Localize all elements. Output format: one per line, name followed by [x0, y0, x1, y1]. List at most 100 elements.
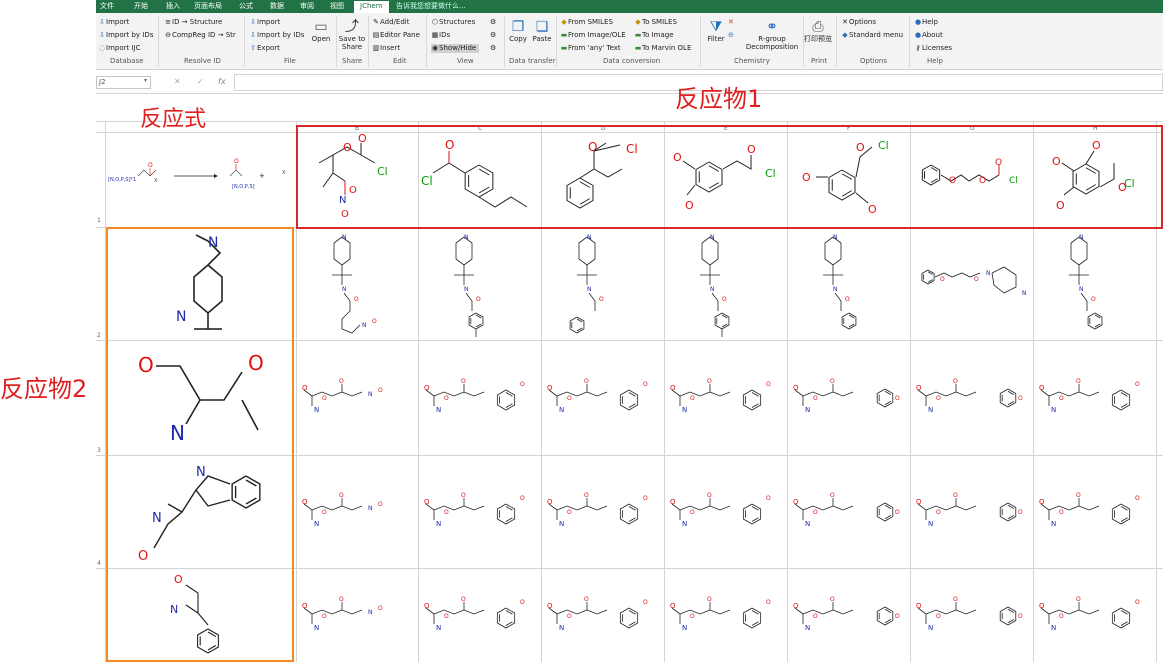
chevron-down-icon[interactable]: ▾	[144, 77, 147, 84]
insert-button[interactable]: ▥Insert	[372, 44, 400, 53]
tab-jchem[interactable]: JChem	[354, 1, 389, 13]
row-number-2[interactable]: 2	[97, 332, 101, 339]
view-option-3-icon[interactable]: ⚙	[490, 44, 496, 53]
to-smiles-button[interactable]: ◆To SMILES	[634, 18, 677, 27]
product-r4-c4[interactable]: ONOOO	[789, 457, 908, 567]
tab-home[interactable]: 开始	[134, 1, 148, 12]
about-button[interactable]: ●About	[914, 31, 943, 40]
product-r5-c1[interactable]: ONOO O	[420, 570, 539, 662]
product-r2-c2[interactable]: NNO	[543, 229, 662, 339]
reactant1-c-structure[interactable]: O Cl	[419, 133, 540, 225]
product-r2-c1[interactable]: NNO	[420, 229, 539, 339]
clear-filter-icon[interactable]: ✕	[728, 18, 734, 27]
tab-view[interactable]: 视图	[330, 1, 344, 12]
from-smiles-button[interactable]: ◆From SMILES	[560, 18, 613, 27]
editor-pane-button[interactable]: ▤Editor Pane	[372, 31, 420, 40]
save-to-share-button[interactable]: ⤴ Save to Share	[338, 19, 366, 51]
rgroup-decomposition-button[interactable]: ⚭ R-group Decomposition	[741, 19, 803, 51]
reactant1-d-structure[interactable]: O Cl	[542, 133, 663, 225]
add-edit-button[interactable]: ✎Add/Edit	[372, 18, 409, 27]
copy-button[interactable]: ❐ Copy	[507, 19, 529, 43]
row-number-3[interactable]: 3	[97, 447, 101, 454]
file-import-button[interactable]: ⇩Import	[249, 18, 280, 27]
product-r3-c2[interactable]: ONOO O	[543, 342, 662, 454]
tab-data[interactable]: 数据	[270, 1, 284, 12]
n-atom: N	[314, 406, 319, 414]
tab-formulas[interactable]: 公式	[239, 1, 253, 12]
filter-button[interactable]: ⧩ Filter	[704, 19, 728, 43]
product-r3-c6[interactable]: ONOO O	[1035, 342, 1154, 454]
reaction-template[interactable]: [N,O,P,S]*1 O X O [N,O,P,S] + X	[106, 140, 294, 220]
to-image-button[interactable]: ▬To Image	[634, 31, 674, 40]
product-r4-c3[interactable]: ONOO O	[666, 457, 785, 567]
product-r4-c1[interactable]: ONOO O	[420, 457, 539, 567]
file-import-ids-button[interactable]: ⇩Import by IDs	[249, 31, 304, 40]
row-number-1[interactable]: 1	[97, 217, 101, 224]
to-marvin-ole-button[interactable]: ▬To Marvin OLE	[634, 44, 692, 53]
reactant2-row5-structure[interactable]: ON	[108, 569, 292, 661]
product-r2-c4[interactable]: NNO	[789, 229, 908, 339]
ids-toggle[interactable]: ▦IDs	[431, 31, 450, 40]
options-button[interactable]: ✕Options	[841, 18, 876, 27]
reactant1-b-structure[interactable]: OOClNOO	[297, 132, 418, 225]
product-r3-c5[interactable]: ONOOO	[912, 342, 1031, 454]
tab-review[interactable]: 审阅	[300, 1, 314, 12]
reactant2-row4-structure[interactable]: N N O	[108, 456, 292, 568]
id-to-structure-button[interactable]: ≡ID → Structure	[164, 18, 222, 27]
show-hide-toggle[interactable]: ◉Show/Hide	[431, 44, 480, 53]
product-r3-c3[interactable]: ONOO O	[666, 342, 785, 454]
product-r4-c5[interactable]: ONOOO	[912, 457, 1031, 567]
refresh-icon[interactable]: ⊖	[728, 31, 734, 40]
reactant1-g-structure[interactable]: O OOCl	[911, 133, 1032, 225]
n-atom: N	[368, 609, 373, 616]
product-r5-c2[interactable]: ONOO O	[543, 570, 662, 662]
check-icon[interactable]: ✓	[197, 77, 204, 86]
compreg-button[interactable]: ⊖CompReg ID → Str	[164, 31, 236, 40]
product-r5-c6[interactable]: ONOO O	[1035, 570, 1154, 662]
product-r2-c3[interactable]: NNO	[666, 229, 785, 339]
structures-toggle[interactable]: ⬡Structures	[431, 18, 475, 27]
standard-menu-button[interactable]: ◆Standard menu	[841, 31, 903, 40]
name-box[interactable]: J2	[96, 76, 151, 89]
file-export-button[interactable]: ⇧Export	[249, 44, 280, 53]
product-r3-c0[interactable]: ONOONO	[298, 342, 417, 454]
database-import-button[interactable]: ⇩Import	[98, 18, 129, 27]
product-r5-c5[interactable]: ONOOO	[912, 570, 1031, 662]
o-atom: O	[670, 602, 676, 610]
product-r2-c0[interactable]: NNONO	[298, 229, 417, 339]
cancel-icon[interactable]: ✕	[174, 77, 181, 86]
help-button[interactable]: ●Help	[914, 18, 938, 27]
from-any-text-button[interactable]: ▬From 'any' Text	[560, 44, 621, 53]
product-r2-c5[interactable]: O ONN	[912, 229, 1031, 339]
product-r3-c4[interactable]: ONOOO	[789, 342, 908, 454]
function-icon[interactable]: fx	[218, 77, 226, 86]
tell-me-search[interactable]: 告诉我您想要做什么...	[396, 1, 466, 12]
product-r4-c6[interactable]: ONOO O	[1035, 457, 1154, 567]
product-r5-c3[interactable]: ONOO O	[666, 570, 785, 662]
o-atom: O	[302, 384, 308, 392]
product-r5-c0[interactable]: ONOONO	[298, 570, 417, 662]
licenses-button[interactable]: ⚷Licenses	[914, 44, 952, 53]
paste-button[interactable]: ❏ Paste	[531, 19, 553, 43]
reactant1-h-structure[interactable]: OOOOCl	[1034, 133, 1155, 225]
product-r4-c0[interactable]: ONOONO	[298, 457, 417, 567]
tab-file[interactable]: 文件	[100, 1, 114, 12]
reactant2-row3-structure[interactable]: O N O	[108, 342, 292, 454]
reactant2-row2-structure[interactable]: NN	[108, 229, 292, 339]
database-import-ids-button[interactable]: ⇩Import by IDs	[98, 31, 153, 40]
database-import-ijc-button[interactable]: ◌Import IJC	[98, 44, 141, 53]
tab-insert[interactable]: 插入	[166, 1, 180, 12]
view-option-2-icon[interactable]: ⚙	[490, 31, 496, 40]
product-r2-c6[interactable]: NNO	[1035, 229, 1154, 339]
product-r5-c4[interactable]: ONOOO	[789, 570, 908, 662]
view-option-1-icon[interactable]: ⚙	[490, 18, 496, 27]
print-preview-button[interactable]: ⎙ 打印预览	[804, 19, 832, 43]
product-r4-c2[interactable]: ONOO O	[543, 457, 662, 567]
reactant1-e-structure[interactable]: O O O Cl	[665, 133, 786, 225]
product-r3-c1[interactable]: ONOO O	[420, 342, 539, 454]
from-image-button[interactable]: ▬From Image/OLE	[560, 31, 626, 40]
file-open-button[interactable]: ▭ Open	[309, 19, 333, 43]
tab-page-layout[interactable]: 页面布局	[194, 1, 222, 12]
reactant1-f-structure[interactable]: O O Cl O	[788, 133, 909, 225]
row-number-4[interactable]: 4	[97, 560, 101, 567]
